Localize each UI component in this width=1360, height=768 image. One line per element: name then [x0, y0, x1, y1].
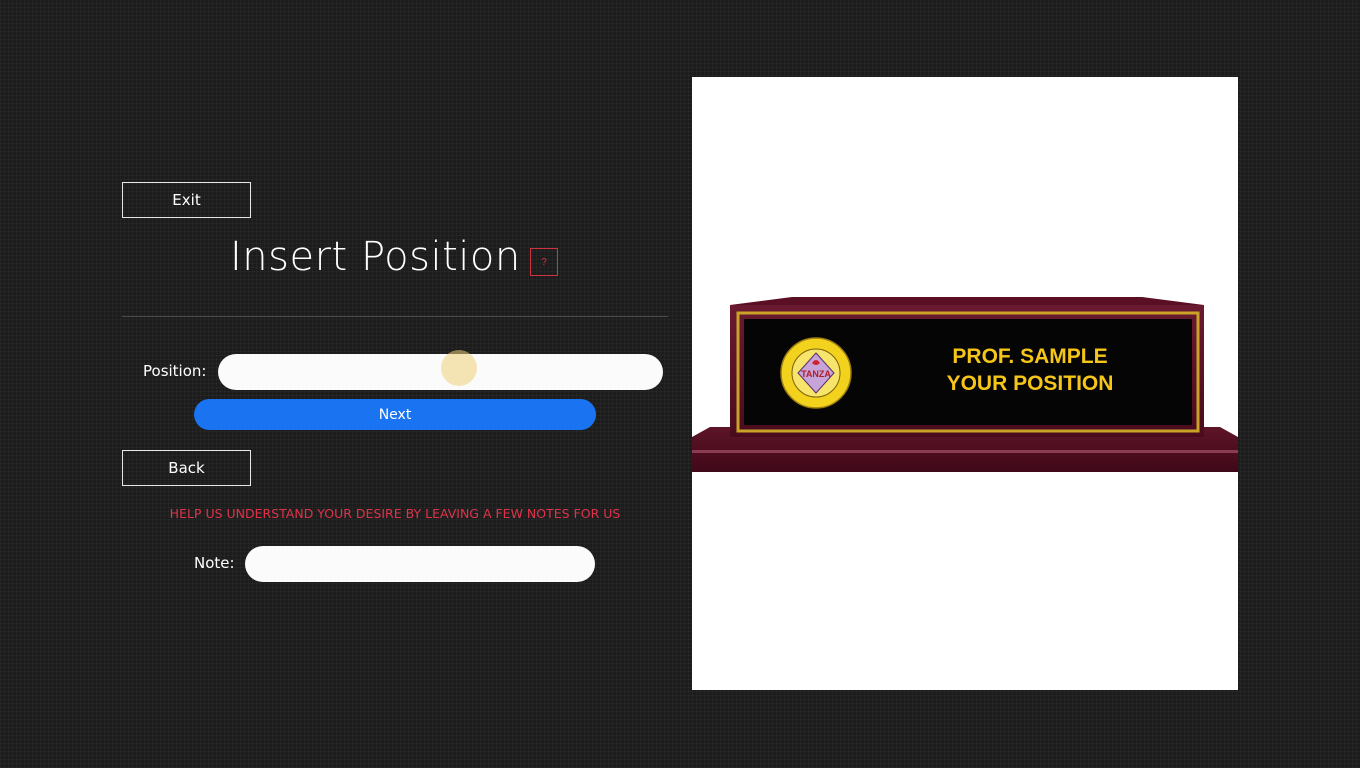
note-input[interactable] [245, 546, 595, 582]
divider [122, 316, 668, 317]
nameplate-line-1: PROF. SAMPLE [952, 345, 1107, 368]
logo-text: TANZA [801, 369, 831, 379]
exit-button[interactable]: Exit [122, 182, 251, 218]
help-button[interactable]: ? [530, 248, 558, 276]
nameplate-preview: TANZA PROF. SAMPLE YOUR POSITION [692, 77, 1238, 690]
back-button[interactable]: Back [122, 450, 251, 486]
notes-hint: HELP US UNDERSTAND YOUR DESIRE BY LEAVIN… [169, 506, 621, 521]
page-title: Insert Position [230, 234, 521, 280]
position-input[interactable] [218, 354, 663, 390]
base-highlight [692, 450, 1238, 453]
university-logo: TANZA [780, 337, 852, 409]
note-label: Note: [194, 554, 235, 572]
nameplate-line-2: YOUR POSITION [947, 372, 1114, 395]
next-button[interactable]: Next [194, 399, 596, 430]
plaque-top [730, 297, 1204, 305]
nameplate-illustration: TANZA PROF. SAMPLE YOUR POSITION [692, 297, 1238, 472]
position-label: Position: [143, 362, 207, 380]
